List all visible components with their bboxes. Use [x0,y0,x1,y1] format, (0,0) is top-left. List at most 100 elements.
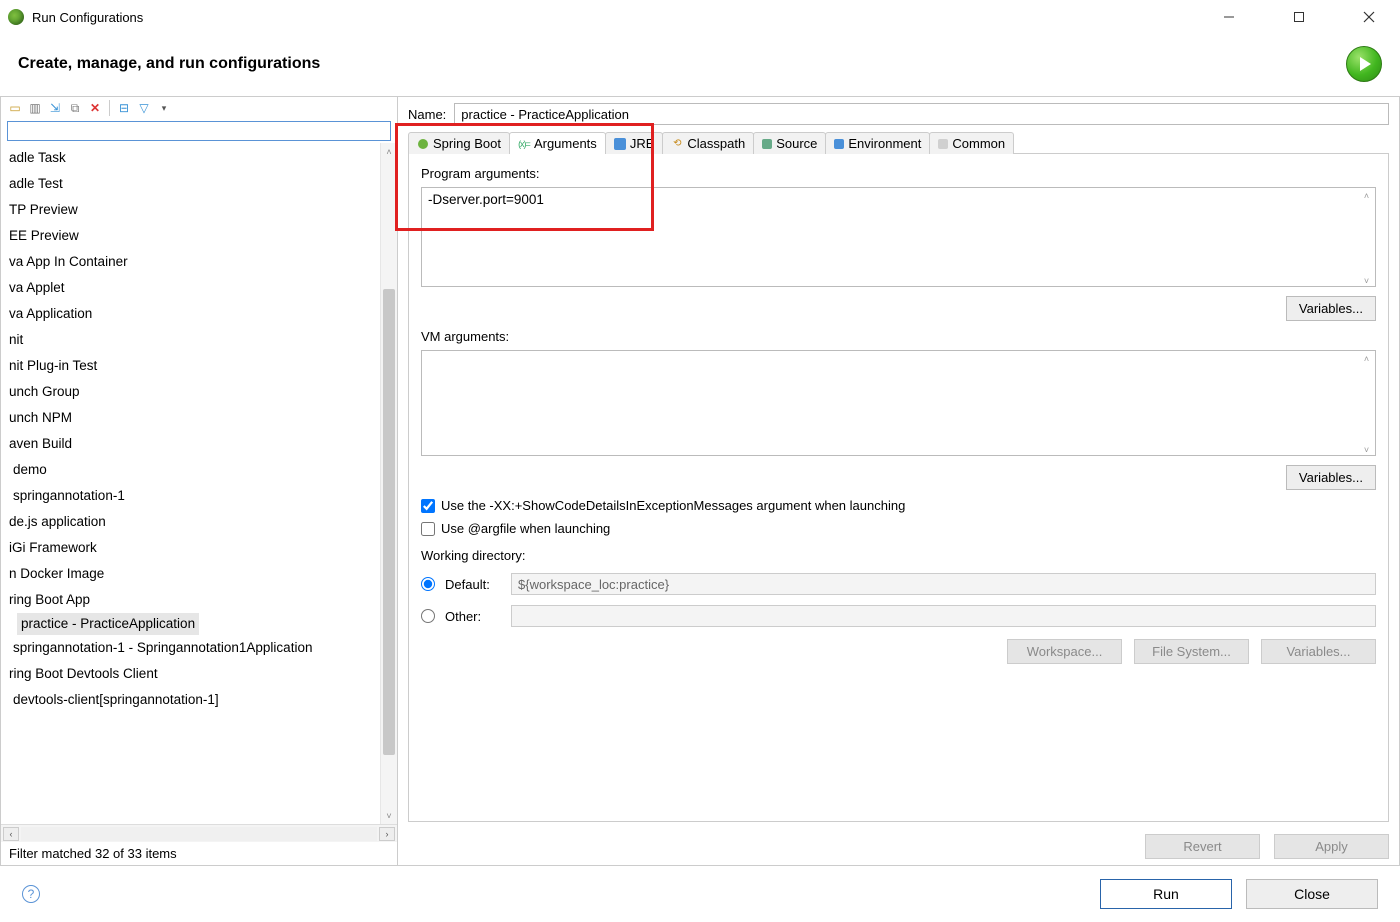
scroll-up-icon[interactable]: ˄ [381,143,397,160]
tab-common[interactable]: Common [929,132,1014,154]
revert-button[interactable]: Revert [1145,834,1260,859]
separator [109,100,110,116]
tree-item[interactable]: ring Boot App [1,587,397,613]
variables-button[interactable]: Variables... [1286,296,1376,321]
tab-arguments[interactable]: Arguments [509,132,606,154]
tree-hscroll[interactable]: ‹ › [1,824,397,842]
export-icon[interactable]: ⇲ [47,100,63,116]
wd-default-radio[interactable] [421,577,435,591]
tree-item[interactable]: demo [1,457,397,483]
window-controls [1206,1,1392,33]
tree-item[interactable]: de.js application [1,509,397,535]
tree-item[interactable]: springannotation-1 [1,483,397,509]
working-directory-label: Working directory: [421,548,1376,563]
jre-icon [614,138,626,150]
config-tree[interactable]: adle Taskadle TestTP PreviewEE Previewva… [1,143,397,824]
tree-item[interactable]: nit Plug-in Test [1,353,397,379]
tree-item[interactable]: TP Preview [1,197,397,223]
tab-spring-boot[interactable]: Spring Boot [408,132,510,154]
tree-item[interactable]: adle Task [1,145,397,171]
name-label: Name: [408,107,446,122]
tree-item[interactable]: va App In Container [1,249,397,275]
filesystem-button[interactable]: File System... [1134,639,1249,664]
tree-item[interactable]: va Application [1,301,397,327]
scroll-up-icon[interactable]: ˄ [1358,188,1375,204]
hscroll-left-icon[interactable]: ‹ [3,827,19,841]
apply-button[interactable]: Apply [1274,834,1389,859]
config-tree-wrap: adle Taskadle TestTP PreviewEE Previewva… [1,143,397,824]
program-args-wrap: ˄˅ [421,187,1376,290]
filter-input[interactable] [7,121,391,141]
close-dialog-button[interactable]: Close [1246,879,1378,909]
tree-item[interactable]: ring Boot Devtools Client [1,661,397,687]
wd-default-label: Default: [445,577,501,592]
tab-classpath[interactable]: Classpath [662,132,754,154]
tab-source[interactable]: Source [753,132,826,154]
tab-label: Common [952,136,1005,151]
tree-item[interactable]: devtools-client[springannotation-1] [1,687,397,713]
tab-environment[interactable]: Environment [825,132,930,154]
textarea-scroll[interactable]: ˄˅ [1358,188,1375,289]
tree-item[interactable]: unch Group [1,379,397,405]
tree-item[interactable]: springannotation-1 - Springannotation1Ap… [1,635,397,661]
tree-item[interactable]: n Docker Image [1,561,397,587]
hscroll-right-icon[interactable]: › [379,827,395,841]
tree-item[interactable]: iGi Framework [1,535,397,561]
show-code-details-checkbox[interactable] [421,499,435,513]
expand-icon[interactable]: ⊟ [116,100,132,116]
textarea-scroll[interactable]: ˄˅ [1358,351,1375,458]
close-button[interactable] [1346,1,1392,33]
scroll-thumb[interactable] [383,289,395,755]
titlebar: Run Configurations [0,0,1400,34]
new-config-icon[interactable]: ▭ [7,100,23,116]
tree-item[interactable]: EE Preview [1,223,397,249]
argfile-checkbox[interactable] [421,522,435,536]
filter-dropdown-icon[interactable]: ▾ [156,100,172,116]
hscroll-track[interactable] [21,827,377,841]
scroll-up-icon[interactable]: ˄ [1358,351,1375,367]
tab-label: Spring Boot [433,136,501,151]
right-panel: Name: Spring Boot ArgumentsJREClasspathSo… [398,97,1400,865]
wd-other-radio[interactable] [421,609,435,623]
app-icon [8,9,24,25]
run-button[interactable]: Run [1100,879,1232,909]
vm-args-label: VM arguments: [421,329,1376,344]
tree-item[interactable]: nit [1,327,397,353]
tree-item[interactable]: unch NPM [1,405,397,431]
new-proto-icon[interactable]: ▥ [27,100,43,116]
workspace-button[interactable]: Workspace... [1007,639,1122,664]
header: Create, manage, and run configurations [0,34,1400,96]
maximize-button[interactable] [1276,1,1322,33]
wd-default-input [511,573,1376,595]
program-args-textarea[interactable] [421,187,1376,287]
variables-wd-button[interactable]: Variables... [1261,639,1376,664]
tree-item[interactable]: va Applet [1,275,397,301]
run-badge-icon [1346,46,1382,82]
config-name-input[interactable] [454,103,1389,125]
delete-icon[interactable]: ✕ [87,100,103,116]
config-actions: Revert Apply [408,834,1389,859]
page-title: Create, manage, and run configurations [18,55,320,73]
footer: ? Run Close [0,866,1400,922]
tab-content-arguments: Program arguments: ˄˅ Variables... VM ar… [408,154,1389,822]
variables-button-vm[interactable]: Variables... [1286,465,1376,490]
tree-item-selected[interactable]: practice - PracticeApplication [17,613,199,635]
duplicate-icon[interactable]: ⧉ [67,100,83,116]
scroll-down-icon[interactable]: ˅ [1358,442,1375,458]
scroll-down-icon[interactable]: ˅ [1358,273,1375,289]
tree-item[interactable]: aven Build [1,431,397,457]
help-icon[interactable]: ? [22,885,40,903]
filter-icon[interactable]: ▽ [136,100,152,116]
scroll-down-icon[interactable]: ˅ [381,807,397,824]
tree-item[interactable]: adle Test [1,171,397,197]
tab-jre[interactable]: JRE [605,132,664,154]
filter-status: Filter matched 32 of 33 items [1,842,397,865]
argfile-label: Use @argfile when launching [441,521,610,536]
env-icon [834,139,844,149]
classpath-icon [671,138,683,150]
common-icon [938,139,948,149]
tree-vscroll[interactable]: ˄ ˅ [380,143,397,824]
vm-args-textarea[interactable] [421,350,1376,456]
minimize-button[interactable] [1206,1,1252,33]
tab-label: Environment [848,136,921,151]
